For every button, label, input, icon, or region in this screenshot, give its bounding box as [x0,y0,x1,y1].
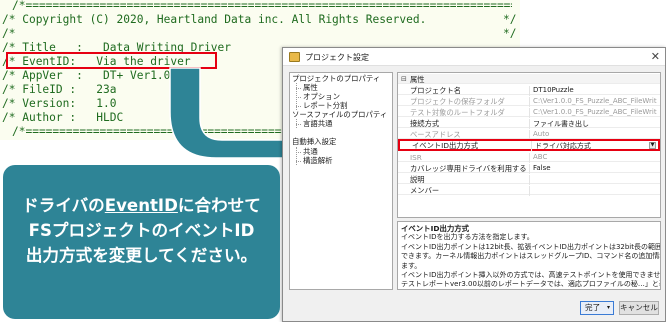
tree-item-structure-analysis[interactable]: 構造解析 [303,156,333,165]
grid-row-name: 接続方式 [410,119,440,128]
property-description: イベントID出力方式 イベントIDを出力する方法を指定します。 イベントID出力… [397,221,661,290]
callout-line-1: ドライバのEventIDに合わせて [22,196,261,215]
grid-row-name: 説明 [410,175,425,184]
tree-item-auto-insert[interactable]: 自動挿入設定 [292,137,336,146]
category-label: 属性 [410,75,425,84]
chevron-down-icon[interactable]: ▼ [649,142,656,149]
callout-line-2: FSプロジェクトのイベントID [28,221,255,240]
comment-border-top: /*======================================… [12,0,512,12]
grid-row-description[interactable]: 説明 [398,174,660,185]
description-line: イベントIDを出力する方法を指定します。 [401,233,534,242]
code-line-1: /* Copyright (C) 2020, Heartland Data in… [2,13,427,26]
finish-button-label: 完了 [585,303,601,312]
grid-row-name: テスト対象のルートフォルダ [410,108,505,117]
grid-row-project-name[interactable]: プロジェクト名 DT10Puzzle [398,85,660,96]
project-settings-dialog: プロジェクト設定 ✕ プロジェクトのプロパティ 属性 オプション レポート分割 … [282,47,666,322]
grid-row-name: プロジェクト名 [410,86,462,95]
collapse-icon[interactable]: ⊟ [401,75,407,83]
grid-row-value[interactable] [529,186,657,196]
grid-row-name: カバレッジ専用ドライバを利用する [410,164,527,173]
finish-button[interactable]: 完了 ▾ [580,301,614,315]
code-line-author: /* Author : HLDC [2,111,124,124]
code-line-fileid: /* FileID : 23a [2,83,117,96]
description-title: イベントID出力方式 [401,224,470,233]
tree-item-source-properties[interactable]: ソースファイルのプロパティ [292,110,387,119]
tree-item-options[interactable]: オプション [303,92,340,101]
grid-row-base-address[interactable]: ベースアドレス Auto [398,129,660,140]
grid-row-value[interactable]: DT10Puzzle [529,86,657,96]
tree-item-language-common[interactable]: 言語共通 [303,119,333,128]
grid-row-name: ISR [410,153,422,162]
grid-row-name: プロジェクトの保存フォルダ [410,97,505,106]
description-line: ます。 [401,261,422,270]
code-line-version: /* Version: 1.0 [2,97,117,110]
grid-row-value: C:\Ver1.0.0_FS_Puzzle_ABC_FileWriting\DT… [529,108,657,118]
grid-row-value: ABC [529,153,657,163]
grid-row-eventid-output[interactable]: イベントID出力方式 ドライバ対応方式 ▼ [398,139,660,151]
code-line-2: /* [2,27,16,40]
grid-row-isr[interactable]: ISR ABC [398,152,660,163]
grid-row-save-folder[interactable]: プロジェクトの保存フォルダ C:\Ver1.0.0_FS_Puzzle_ABC_… [398,96,660,107]
grid-row-members[interactable]: メンバー [398,185,660,196]
tree-item-attributes[interactable]: 属性 [303,83,318,92]
tree-item-common[interactable]: 共通 [303,147,318,156]
instruction-callout: ドライバのEventIDに合わせて FSプロジェクトのイベントID 出力方式を変… [3,165,280,319]
eventid-highlight-box [6,52,217,69]
code-line-2-end: */ [503,27,517,40]
dialog-title: プロジェクト設定 [305,53,369,62]
dialog-titlebar: プロジェクト設定 ✕ [283,48,665,66]
grid-row-name: イベントID出力方式 [412,141,479,150]
callout-eventid-underlined: EventID [104,196,178,215]
grid-row-value[interactable] [529,175,657,185]
callout-line-3: 出力方式を変更してください。 [25,246,258,265]
property-grid: ⊟ 属性 プロジェクト名 DT10Puzzle プロジェクトの保存フォルダ C:… [397,72,661,218]
grid-row-root-folder[interactable]: テスト対象のルートフォルダ C:\Ver1.0.0_FS_Puzzle_ABC_… [398,107,660,118]
tree-item-project-properties[interactable]: プロジェクトのプロパティ [292,74,380,83]
grid-row-name: メンバー [410,186,440,195]
chevron-down-icon[interactable]: ▾ [607,302,610,314]
grid-row-connection[interactable]: 接続方式 ファイル書き出し [398,118,660,129]
close-icon[interactable]: ✕ [651,50,660,63]
code-line-1-end: */ [503,13,517,26]
grid-row-value: C:\Ver1.0.0_FS_Puzzle_ABC_FileWriting\FS… [529,97,657,107]
description-line: できます。カーネル情報出力ポイントはスレッドグループID、コマンド名の追加情報を… [401,252,660,261]
tree-item-report-split[interactable]: レポート分割 [303,101,347,110]
code-line-appver: /* AppVer : DT+ Ver1.00- [2,69,184,82]
description-line: イベントID出力ポイントは12bit長、拡張イベントID出力ポイントは32bit… [401,242,660,251]
description-line: テストレポートver3.00以前のレポートデータでは、適応プロファイルの秘…」と… [401,280,660,289]
app-icon [289,52,300,62]
settings-tree: プロジェクトのプロパティ 属性 オプション レポート分割 ソースファイルのプロパ… [289,72,393,290]
grid-row-value[interactable]: False [529,164,657,174]
grid-category[interactable]: ⊟ 属性 [398,74,660,84]
grid-row-coverage-driver[interactable]: カバレッジ専用ドライバを利用する False [398,163,660,174]
eventid-output-select[interactable]: ドライバ対応方式 [531,141,659,151]
cancel-button[interactable]: キャンセル [619,301,659,315]
grid-row-value[interactable]: ファイル書き出し [529,119,657,129]
